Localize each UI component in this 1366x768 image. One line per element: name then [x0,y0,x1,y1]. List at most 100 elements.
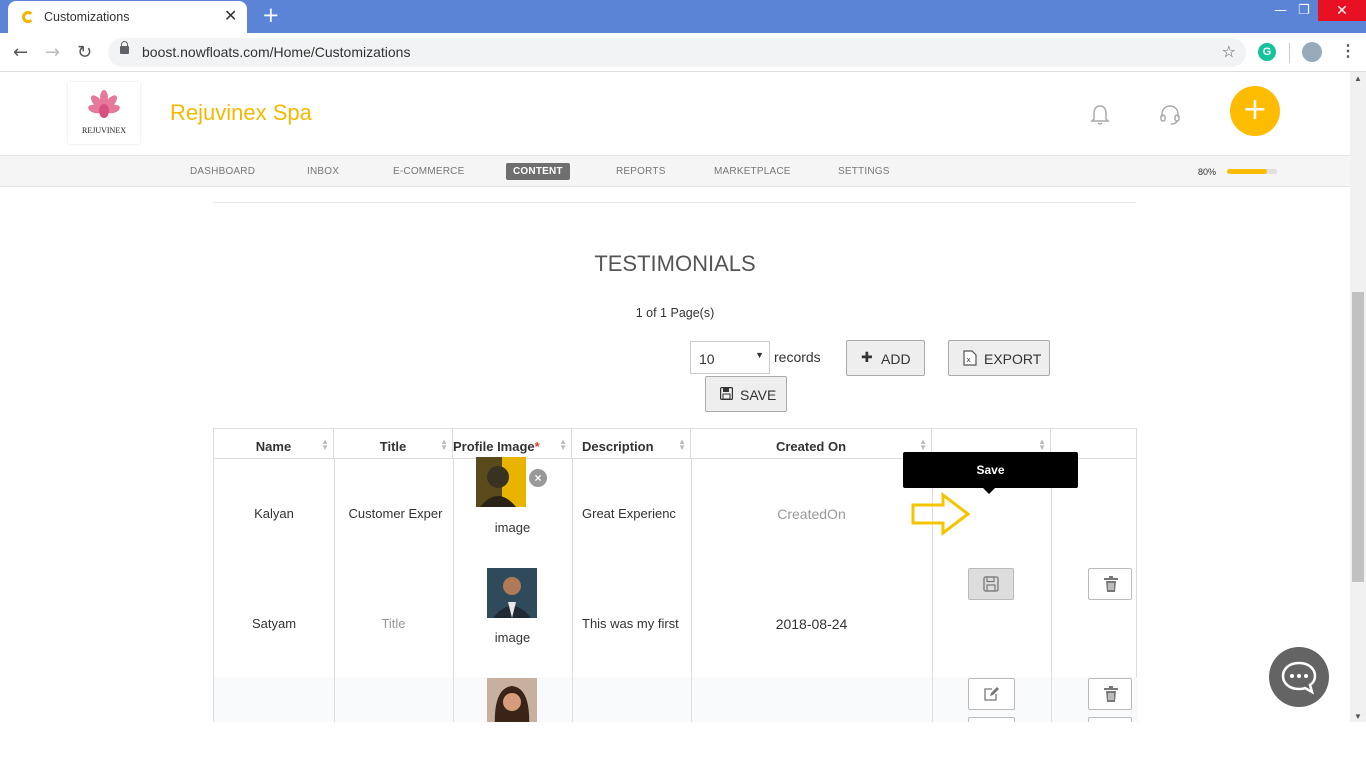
row-save-button[interactable] [968,568,1014,600]
row-edit-button[interactable] [968,678,1015,710]
new-tab-icon[interactable]: + [262,3,280,27]
chevron-down-icon: ▼ [755,350,764,360]
column-header-label: Title [379,439,407,454]
profile-avatar-icon[interactable] [1302,42,1322,62]
quick-add-button[interactable]: + [1230,86,1280,136]
image-label: image [494,520,531,535]
column-divider [334,459,335,722]
business-name[interactable]: Rejuvinex Spa [170,100,312,126]
url-field[interactable]: boost.nowfloats.com/Home/Customizations … [108,38,1246,67]
trash-icon [1104,686,1118,702]
excel-file-icon: x [963,350,977,366]
profile-image-thumbnail [487,568,537,618]
page-count: 1 of 1 Page(s) [635,306,715,320]
scrollbar-thumb[interactable] [1352,292,1364,582]
sort-icon: ▲ ▼ [559,437,567,452]
nav-marketplace[interactable]: MARKETPLACE [714,166,791,177]
trash-icon [1104,576,1118,592]
sort-icon: ▲ ▼ [440,437,448,452]
description-input[interactable]: Great Experienc [582,506,687,521]
column-header-profile-image[interactable]: Profile Image* ▲ ▼ [453,429,572,459]
column-divider [1051,459,1052,722]
scroll-up-icon[interactable]: ▲ [1354,74,1362,83]
column-header-title[interactable]: Title ▲ ▼ [334,429,453,459]
add-button-label: ADD [881,351,911,367]
required-marker: * [534,439,540,454]
cell-name: Satyam [251,616,297,631]
url-text: boost.nowfloats.com/Home/Customizations [142,44,411,60]
lock-icon [120,41,129,54]
column-divider [691,459,692,722]
business-logo: REJUVINEX [68,82,140,144]
column-divider [453,459,454,722]
remove-image-icon[interactable]: × [529,469,547,487]
forward-icon[interactable]: → [45,42,60,63]
favicon-icon [22,11,34,23]
cell-name[interactable]: Kalyan [214,506,334,521]
profile-completion-label: 80% [1198,167,1217,177]
logo-text: REJUVINEX [82,126,126,135]
chrome-menu-icon[interactable]: ⋮ [1340,41,1356,61]
records-per-page-select[interactable]: 10 ▼ [690,341,770,374]
scroll-down-icon[interactable]: ▼ [1354,712,1362,721]
browser-tab[interactable]: Customizations ✕ [8,1,247,33]
image-label: image [494,630,531,645]
save-all-button[interactable]: SAVE [705,376,787,412]
support-headset-icon[interactable] [1158,103,1182,127]
row-delete-button[interactable] [1088,568,1132,600]
add-button[interactable]: ✚ ADD [846,340,925,376]
arrow-pointer-icon [911,492,971,536]
notification-bell-icon[interactable] [1090,104,1110,126]
nav-ecommerce[interactable]: E-COMMERCE [393,166,464,177]
page-title: TESTIMONIALS [594,251,756,276]
grammarly-extension-icon[interactable]: G [1258,43,1276,61]
address-bar: ← → ↻ boost.nowfloats.com/Home/Customiza… [0,33,1366,72]
tab-title: Customizations [44,10,130,24]
cell-created-on: 2018-08-24 [775,616,848,632]
column-header-label: Created On [775,439,847,454]
minimize-icon[interactable]: — [1274,3,1287,18]
profile-completion-fill [1227,169,1267,174]
window-close-icon[interactable]: ✕ [1318,0,1366,21]
tab-close-icon[interactable]: ✕ [224,6,237,26]
sort-icon: ▲ ▼ [919,437,927,452]
column-header-label: Name [255,439,292,454]
sort-icon: ▲ ▼ [1038,437,1046,452]
row-delete-button[interactable] [1088,678,1132,710]
floppy-disk-icon [720,387,733,400]
column-header-label: Profile Image [453,439,535,454]
column-header-description[interactable]: Description ▲ ▼ [572,429,691,459]
export-button[interactable]: x EXPORT [948,340,1050,376]
save-all-label: SAVE [740,387,777,403]
reload-icon[interactable]: ↻ [77,42,92,63]
nav-inbox[interactable]: INBOX [307,166,339,177]
toolbar-divider [1289,43,1290,63]
page-content: REJUVINEX Rejuvinex Spa + DASHBOARD INBO… [0,72,1350,722]
nav-reports[interactable]: REPORTS [616,166,666,177]
restore-icon[interactable]: ❐ [1298,3,1310,18]
sort-icon: ▲ ▼ [678,437,686,452]
cell-title: Title [381,616,406,631]
divider [213,202,1136,203]
chat-button[interactable] [1269,647,1329,707]
column-header-created-on[interactable]: Created On ▲ ▼ [691,429,932,459]
profile-image-thumbnail[interactable] [476,457,526,507]
svg-text:x: x [967,356,971,364]
page-scrollbar[interactable]: ▲ ▼ [1350,72,1366,722]
lotus-logo-icon [88,90,120,118]
back-icon[interactable]: ← [13,42,28,63]
column-header-name[interactable]: Name ▲ ▼ [214,429,334,459]
cell-description: This was my first [582,616,679,631]
plus-icon: ✚ [861,350,873,366]
bookmark-star-icon[interactable]: ☆ [1222,42,1236,61]
column-divider [572,459,573,722]
nav-content[interactable]: CONTENT [506,163,570,180]
title-input[interactable]: Customer Exper [338,506,453,521]
sort-icon: ▲ ▼ [321,437,329,452]
nav-settings[interactable]: SETTINGS [838,166,890,177]
main-navbar: DASHBOARD INBOX E-COMMERCE CONTENT REPOR… [0,155,1350,187]
created-on-input[interactable]: CreatedOn [691,506,932,522]
edit-icon [984,687,999,701]
nav-dashboard[interactable]: DASHBOARD [190,166,255,177]
column-header-label: Description [582,439,654,454]
